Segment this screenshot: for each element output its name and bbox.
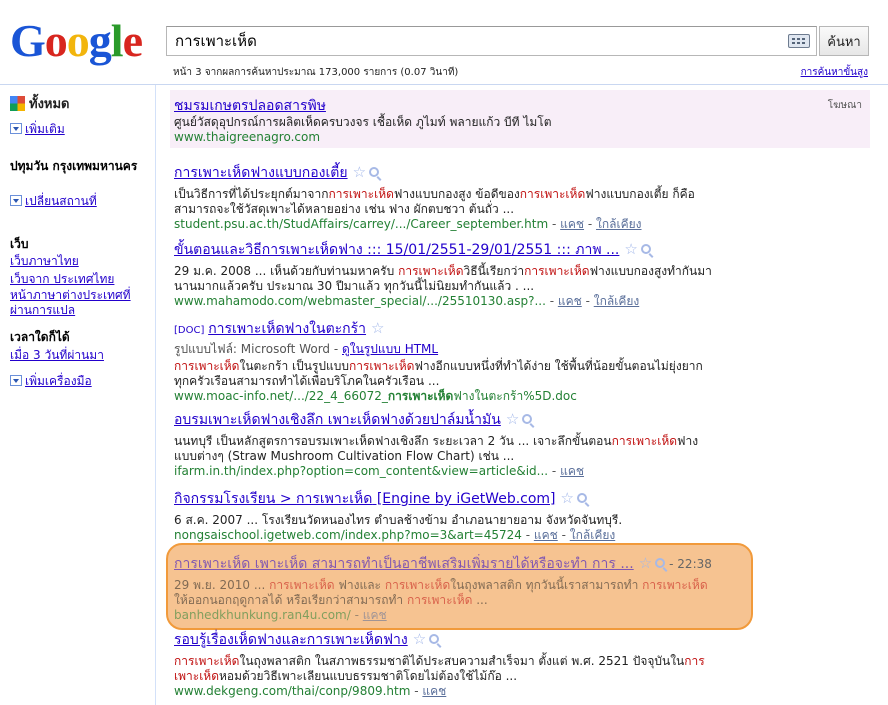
left-sidebar: ทั้งหมด เพิ่มเติม ปทุมวัน กรุงเทพมหานคร … (0, 85, 156, 705)
result-title[interactable]: การเพาะเห็ดฟางในตะกร้า (208, 321, 366, 337)
ad-url: www.thaigreenagro.com (174, 130, 321, 144)
cache-link[interactable]: แคช (558, 294, 582, 308)
search-button[interactable]: ค้นหา (819, 26, 869, 56)
result-title[interactable]: รอบรู้เรื่องเห็ดฟางและการเพาะเห็ดฟาง (174, 632, 408, 648)
cache-link[interactable]: แคช (422, 684, 446, 698)
result-title[interactable]: อบรมเพาะเห็ดฟางเชิงลึก เพาะเห็ดฟางด้วยปา… (174, 412, 501, 428)
result-url: student.psu.ac.th/StudAffairs/carrey/...… (174, 217, 642, 231)
chevron-down-icon (10, 123, 22, 134)
search-result: การเพาะเห็ด เพาะเห็ด สามารถทำเป็นอาชีพเส… (174, 553, 712, 623)
search-result: กิจกรรมโรงเรียน > การเพาะเห็ด [Engine by… (174, 488, 622, 543)
filetype-badge: [DOC] (174, 325, 205, 336)
view-as-html-link[interactable]: ดูในรูปแบบ HTML (342, 342, 438, 356)
result-url: nongsaischool.igetweb.com/index.php?mo=3… (174, 528, 616, 542)
more-tools[interactable]: เพิ่มเครื่องมือ (10, 372, 92, 391)
file-format-line: รูปแบบไฟล์: Microsoft Word - ดูในรูปแบบ … (174, 342, 439, 356)
result-snippet: 6 ส.ค. 2007 ... โรงเรียนวัดหนองไทร ตำบลช… (174, 513, 623, 527)
preview-magnifier-icon[interactable] (429, 634, 440, 644)
search-result: การเพาะเห็ดฟางแบบกองเตี้ย ☆ เป็นวิธีการที… (174, 162, 695, 232)
google-logo[interactable]: Google (10, 16, 143, 66)
result-snippet: การเพาะเห็ดในตะกร้า เป็นรูปแบบการเพาะเห็… (174, 359, 703, 388)
everything-icon (10, 96, 25, 111)
result-title[interactable]: การเพาะเห็ดฟางแบบกองเตี้ย (174, 165, 348, 181)
result-title[interactable]: ขั้นตอนและวิธีการเพาะเห็ดฟาง ::: 15/01/2… (174, 242, 619, 258)
star-icon[interactable]: ☆ (561, 489, 574, 507)
ad-block: โฆษณา ชมรมเกษตรปลอดสารพิษ ศูนย์วัสดุอุปก… (170, 90, 870, 148)
sidebar-link-translated-pages[interactable]: หน้าภาษาต่างประเทศที่ ผ่านการแปล (10, 288, 150, 318)
result-url: www.mahamodo.com/webmaster_special/.../2… (174, 294, 640, 308)
similar-link[interactable]: ใกล้เคียง (596, 217, 642, 231)
sidebar-item-everything[interactable]: ทั้งหมด (10, 93, 70, 114)
search-result: [DOC] การเพาะเห็ดฟางในตะกร้า ☆ รูปแบบไฟล์… (174, 318, 703, 404)
star-icon[interactable]: ☆ (506, 410, 519, 428)
cache-link[interactable]: แคช (534, 528, 558, 542)
result-url: www.moac-info.net/.../22_4_66072_การเพาะ… (174, 389, 577, 403)
star-icon[interactable]: ☆ (353, 163, 366, 181)
similar-link[interactable]: ใกล้เคียง (594, 294, 640, 308)
search-result: ขั้นตอนและวิธีการเพาะเห็ดฟาง ::: 15/01/2… (174, 239, 712, 309)
sidebar-link-past-3-days[interactable]: เมื่อ 3 วันที่ผ่านมา (10, 346, 104, 365)
chevron-down-icon (10, 375, 22, 386)
result-url: banhedkhunkung.ran4u.com/ - แคช (174, 608, 387, 622)
result-url: www.dekgeng.com/thai/conp/9809.htm - แคช (174, 684, 447, 698)
chevron-down-icon (10, 195, 22, 206)
cache-link[interactable]: แคช (363, 608, 387, 622)
ad-snippet: ศูนย์วัสดุอุปกรณ์การผลิตเห็ดครบวงจร เชื้… (174, 115, 552, 129)
result-time: - 22:38 (669, 557, 712, 571)
result-url: ifarm.in.th/index.php?option=com_content… (174, 464, 584, 478)
advanced-search-link[interactable]: การค้นหาขั้นสูง (801, 65, 868, 80)
star-icon[interactable]: ☆ (371, 319, 384, 337)
star-icon[interactable]: ☆ (413, 630, 426, 648)
change-location[interactable]: เปลี่ยนสถานที่ (10, 192, 97, 211)
result-snippet: เป็นวิธีการที่ได้ประยุกต์มาจากการเพาะเห็… (174, 187, 695, 216)
change-location-label: เปลี่ยนสถานที่ (25, 194, 97, 208)
result-stats: หน้า 3 จากผลการค้นหาประมาณ 173,000 รายกา… (173, 67, 459, 78)
result-snippet: 29 ม.ค. 2008 ... เห็นด้วยกับท่านมหาครับ … (174, 264, 712, 293)
star-icon[interactable]: ☆ (639, 554, 652, 572)
result-snippet: นนทบุรี เป็นหลักสูตรการอบรมเพาะเห็ดฟางเช… (174, 434, 699, 463)
sidebar-link-thai-web[interactable]: เว็บภาษาไทย (10, 252, 79, 271)
more-tools-label: เพิ่มเครื่องมือ (25, 374, 92, 388)
search-box[interactable] (166, 26, 817, 56)
sidebar-more-label: เพิ่มเติม (25, 122, 65, 136)
result-title[interactable]: การเพาะเห็ด เพาะเห็ด สามารถทำเป็นอาชีพเส… (174, 556, 634, 572)
sidebar-everything-label: ทั้งหมด (29, 97, 70, 112)
preview-magnifier-icon[interactable] (369, 167, 380, 177)
star-icon[interactable]: ☆ (624, 240, 637, 258)
ad-label: โฆษณา (827, 100, 862, 111)
result-snippet: 29 พ.ย. 2010 ... การเพาะเห็ด ฟางและ การเ… (174, 578, 708, 607)
search-input[interactable] (167, 27, 777, 55)
search-result: รอบรู้เรื่องเห็ดฟางและการเพาะเห็ดฟาง ☆ กา… (174, 629, 705, 699)
preview-magnifier-icon[interactable] (640, 244, 651, 254)
search-result: อบรมเพาะเห็ดฟางเชิงลึก เพาะเห็ดฟางด้วยปา… (174, 409, 698, 479)
preview-magnifier-icon[interactable] (655, 558, 666, 568)
virtual-keyboard-icon[interactable] (788, 34, 810, 48)
cache-link[interactable]: แคช (560, 464, 584, 478)
cache-link[interactable]: แคช (560, 217, 584, 231)
sidebar-link-web-from-thailand[interactable]: เว็บจาก ประเทศไทย (10, 270, 114, 289)
sidebar-more[interactable]: เพิ่มเติม (10, 120, 65, 139)
time-heading: เวลาใดก็ได้ (10, 330, 70, 344)
result-snippet: การเพาะเห็ดในถุงพลาสติก ในสภาพธรรมชาติได… (174, 654, 705, 683)
similar-link[interactable]: ใกล้เคียง (570, 528, 616, 542)
preview-magnifier-icon[interactable] (576, 493, 587, 503)
preview-magnifier-icon[interactable] (522, 414, 533, 424)
result-title[interactable]: กิจกรรมโรงเรียน > การเพาะเห็ด [Engine by… (174, 491, 556, 507)
location-title: ปทุมวัน กรุงเทพมหานคร (10, 159, 138, 173)
ad-title[interactable]: ชมรมเกษตรปลอดสารพิษ (174, 95, 326, 117)
